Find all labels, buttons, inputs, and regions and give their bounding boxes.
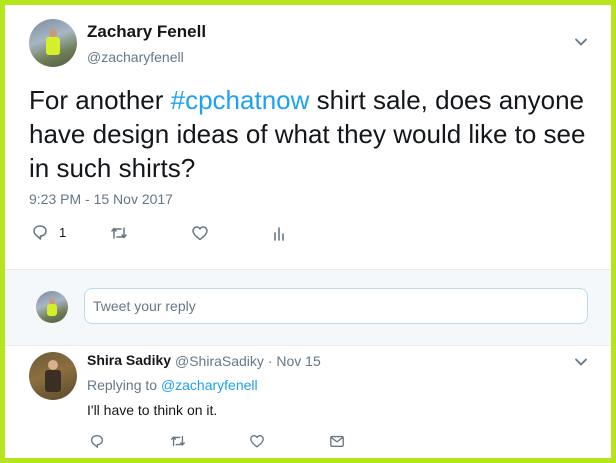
reply-icon <box>91 435 103 448</box>
reply-retweet-button[interactable] <box>170 433 186 449</box>
analytics-icon <box>274 227 284 241</box>
reply-like-button[interactable] <box>249 433 265 449</box>
meta-separator: · <box>267 353 273 369</box>
reply-direct-message-button[interactable] <box>329 433 345 449</box>
reply-author-avatar[interactable] <box>29 352 77 400</box>
author-handle[interactable]: @zacharyfenell <box>87 49 184 65</box>
chevron-down-icon[interactable] <box>574 35 588 49</box>
current-user-avatar <box>36 291 68 323</box>
tweet-text: For another #cpchatnow shirt sale, does … <box>29 83 599 185</box>
analytics-button[interactable] <box>271 225 289 243</box>
reply-composer: Tweet your reply <box>5 269 611 346</box>
chevron-down-icon[interactable] <box>574 355 588 369</box>
reply-input-placeholder: Tweet your reply <box>93 298 196 314</box>
retweet-button[interactable] <box>110 224 128 242</box>
reply-text: I'll have to think on it. <box>87 402 218 418</box>
retweet-icon <box>111 227 127 239</box>
author-name[interactable]: Zachary Fenell <box>87 22 206 42</box>
reply-count: 1 <box>59 224 67 240</box>
reply-author-name[interactable]: Shira Sadiky <box>87 352 171 368</box>
reply-author-handle[interactable]: @ShiraSadiky <box>175 353 264 369</box>
reply-input[interactable]: Tweet your reply <box>84 288 588 324</box>
tweet-detail-card: Zachary Fenell @zacharyfenell For anothe… <box>5 5 611 458</box>
reply-icon <box>33 225 47 240</box>
hashtag-link[interactable]: #cpchatnow <box>171 85 310 115</box>
reply-reply-button[interactable] <box>89 433 105 449</box>
tweet-text-start: For another <box>29 85 171 115</box>
tweet-timestamp[interactable]: 9:23 PM - 15 Nov 2017 <box>29 191 173 207</box>
author-avatar[interactable] <box>29 19 77 67</box>
like-icon <box>192 226 208 241</box>
replying-label: Replying to <box>87 377 158 393</box>
reply-button[interactable]: 1 <box>31 223 66 241</box>
like-icon <box>250 435 264 448</box>
retweet-icon <box>171 435 185 447</box>
reply-date[interactable]: Nov 15 <box>276 353 320 369</box>
replying-mention-link[interactable]: @zacharyfenell <box>161 377 258 393</box>
replying-to-line: Replying to @zacharyfenell <box>87 377 258 393</box>
direct-message-icon <box>330 435 344 447</box>
reply-author-meta: @ShiraSadiky · Nov 15 <box>175 353 321 369</box>
like-button[interactable] <box>191 224 209 242</box>
